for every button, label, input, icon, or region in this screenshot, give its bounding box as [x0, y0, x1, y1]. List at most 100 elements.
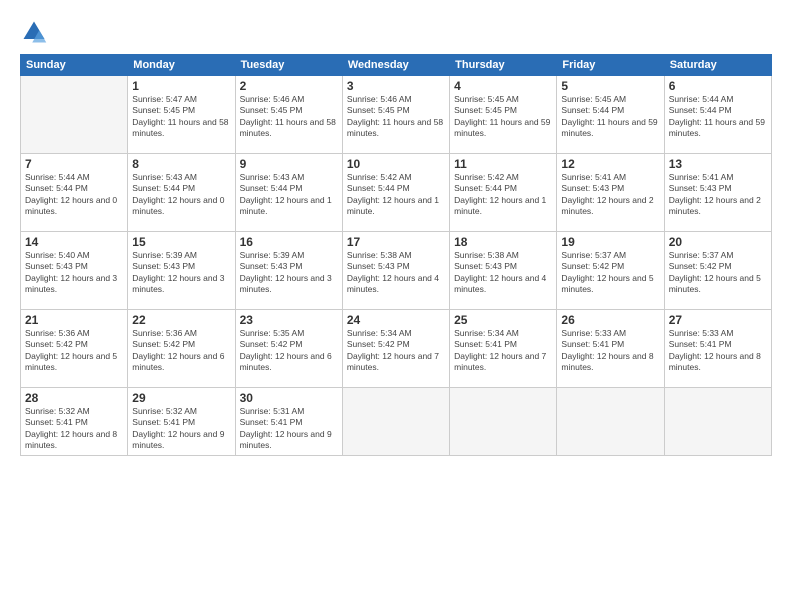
calendar-day-cell: 30Sunrise: 5:31 AM Sunset: 5:41 PM Dayli… [235, 388, 342, 456]
day-info: Sunrise: 5:34 AM Sunset: 5:41 PM Dayligh… [454, 328, 552, 374]
calendar-day-cell: 8Sunrise: 5:43 AM Sunset: 5:44 PM Daylig… [128, 154, 235, 232]
day-info: Sunrise: 5:47 AM Sunset: 5:45 PM Dayligh… [132, 94, 230, 140]
day-info: Sunrise: 5:34 AM Sunset: 5:42 PM Dayligh… [347, 328, 445, 374]
day-number: 1 [132, 79, 230, 93]
calendar-week-row: 21Sunrise: 5:36 AM Sunset: 5:42 PM Dayli… [21, 310, 772, 388]
day-number: 13 [669, 157, 767, 171]
calendar-day-cell [557, 388, 664, 456]
day-info: Sunrise: 5:33 AM Sunset: 5:41 PM Dayligh… [669, 328, 767, 374]
calendar-day-cell: 24Sunrise: 5:34 AM Sunset: 5:42 PM Dayli… [342, 310, 449, 388]
calendar-day-cell: 1Sunrise: 5:47 AM Sunset: 5:45 PM Daylig… [128, 76, 235, 154]
day-info: Sunrise: 5:41 AM Sunset: 5:43 PM Dayligh… [561, 172, 659, 218]
calendar-week-row: 7Sunrise: 5:44 AM Sunset: 5:44 PM Daylig… [21, 154, 772, 232]
day-info: Sunrise: 5:31 AM Sunset: 5:41 PM Dayligh… [240, 406, 338, 452]
calendar-day-cell: 5Sunrise: 5:45 AM Sunset: 5:44 PM Daylig… [557, 76, 664, 154]
day-number: 14 [25, 235, 123, 249]
weekday-header: Sunday [21, 55, 128, 76]
calendar-day-cell: 10Sunrise: 5:42 AM Sunset: 5:44 PM Dayli… [342, 154, 449, 232]
calendar-day-cell: 27Sunrise: 5:33 AM Sunset: 5:41 PM Dayli… [664, 310, 771, 388]
day-info: Sunrise: 5:46 AM Sunset: 5:45 PM Dayligh… [347, 94, 445, 140]
day-info: Sunrise: 5:36 AM Sunset: 5:42 PM Dayligh… [132, 328, 230, 374]
day-number: 22 [132, 313, 230, 327]
day-info: Sunrise: 5:32 AM Sunset: 5:41 PM Dayligh… [25, 406, 123, 452]
day-info: Sunrise: 5:38 AM Sunset: 5:43 PM Dayligh… [347, 250, 445, 296]
day-number: 2 [240, 79, 338, 93]
day-info: Sunrise: 5:45 AM Sunset: 5:44 PM Dayligh… [561, 94, 659, 140]
calendar-day-cell: 18Sunrise: 5:38 AM Sunset: 5:43 PM Dayli… [450, 232, 557, 310]
calendar-day-cell: 22Sunrise: 5:36 AM Sunset: 5:42 PM Dayli… [128, 310, 235, 388]
day-number: 4 [454, 79, 552, 93]
day-number: 10 [347, 157, 445, 171]
day-info: Sunrise: 5:38 AM Sunset: 5:43 PM Dayligh… [454, 250, 552, 296]
calendar-day-cell: 28Sunrise: 5:32 AM Sunset: 5:41 PM Dayli… [21, 388, 128, 456]
calendar-day-cell: 17Sunrise: 5:38 AM Sunset: 5:43 PM Dayli… [342, 232, 449, 310]
day-info: Sunrise: 5:39 AM Sunset: 5:43 PM Dayligh… [132, 250, 230, 296]
weekday-header: Thursday [450, 55, 557, 76]
calendar-day-cell: 15Sunrise: 5:39 AM Sunset: 5:43 PM Dayli… [128, 232, 235, 310]
day-number: 8 [132, 157, 230, 171]
calendar-body: 1Sunrise: 5:47 AM Sunset: 5:45 PM Daylig… [21, 76, 772, 456]
weekday-header: Tuesday [235, 55, 342, 76]
day-info: Sunrise: 5:42 AM Sunset: 5:44 PM Dayligh… [454, 172, 552, 218]
day-info: Sunrise: 5:45 AM Sunset: 5:45 PM Dayligh… [454, 94, 552, 140]
day-number: 15 [132, 235, 230, 249]
calendar-day-cell: 2Sunrise: 5:46 AM Sunset: 5:45 PM Daylig… [235, 76, 342, 154]
calendar-day-cell: 16Sunrise: 5:39 AM Sunset: 5:43 PM Dayli… [235, 232, 342, 310]
calendar-week-row: 14Sunrise: 5:40 AM Sunset: 5:43 PM Dayli… [21, 232, 772, 310]
calendar-day-cell: 19Sunrise: 5:37 AM Sunset: 5:42 PM Dayli… [557, 232, 664, 310]
calendar-day-cell: 6Sunrise: 5:44 AM Sunset: 5:44 PM Daylig… [664, 76, 771, 154]
day-info: Sunrise: 5:37 AM Sunset: 5:42 PM Dayligh… [669, 250, 767, 296]
day-number: 9 [240, 157, 338, 171]
day-number: 18 [454, 235, 552, 249]
day-info: Sunrise: 5:44 AM Sunset: 5:44 PM Dayligh… [25, 172, 123, 218]
logo [20, 18, 52, 46]
calendar-day-cell: 14Sunrise: 5:40 AM Sunset: 5:43 PM Dayli… [21, 232, 128, 310]
day-number: 27 [669, 313, 767, 327]
day-number: 23 [240, 313, 338, 327]
weekday-header: Wednesday [342, 55, 449, 76]
weekday-header: Monday [128, 55, 235, 76]
calendar-day-cell [21, 76, 128, 154]
day-info: Sunrise: 5:32 AM Sunset: 5:41 PM Dayligh… [132, 406, 230, 452]
day-info: Sunrise: 5:42 AM Sunset: 5:44 PM Dayligh… [347, 172, 445, 218]
calendar-day-cell [342, 388, 449, 456]
calendar-day-cell: 11Sunrise: 5:42 AM Sunset: 5:44 PM Dayli… [450, 154, 557, 232]
day-info: Sunrise: 5:40 AM Sunset: 5:43 PM Dayligh… [25, 250, 123, 296]
day-number: 6 [669, 79, 767, 93]
day-number: 16 [240, 235, 338, 249]
day-number: 20 [669, 235, 767, 249]
calendar-day-cell: 23Sunrise: 5:35 AM Sunset: 5:42 PM Dayli… [235, 310, 342, 388]
calendar-week-row: 1Sunrise: 5:47 AM Sunset: 5:45 PM Daylig… [21, 76, 772, 154]
day-number: 12 [561, 157, 659, 171]
calendar-day-cell: 4Sunrise: 5:45 AM Sunset: 5:45 PM Daylig… [450, 76, 557, 154]
day-number: 5 [561, 79, 659, 93]
day-number: 21 [25, 313, 123, 327]
day-info: Sunrise: 5:33 AM Sunset: 5:41 PM Dayligh… [561, 328, 659, 374]
day-number: 7 [25, 157, 123, 171]
day-number: 11 [454, 157, 552, 171]
logo-icon [20, 18, 48, 46]
calendar-day-cell: 26Sunrise: 5:33 AM Sunset: 5:41 PM Dayli… [557, 310, 664, 388]
day-info: Sunrise: 5:36 AM Sunset: 5:42 PM Dayligh… [25, 328, 123, 374]
day-info: Sunrise: 5:39 AM Sunset: 5:43 PM Dayligh… [240, 250, 338, 296]
calendar-day-cell: 3Sunrise: 5:46 AM Sunset: 5:45 PM Daylig… [342, 76, 449, 154]
day-number: 28 [25, 391, 123, 405]
day-info: Sunrise: 5:43 AM Sunset: 5:44 PM Dayligh… [132, 172, 230, 218]
day-number: 29 [132, 391, 230, 405]
calendar-day-cell: 9Sunrise: 5:43 AM Sunset: 5:44 PM Daylig… [235, 154, 342, 232]
day-number: 24 [347, 313, 445, 327]
page: SundayMondayTuesdayWednesdayThursdayFrid… [0, 0, 792, 612]
calendar-day-cell: 13Sunrise: 5:41 AM Sunset: 5:43 PM Dayli… [664, 154, 771, 232]
day-number: 25 [454, 313, 552, 327]
day-number: 3 [347, 79, 445, 93]
day-number: 30 [240, 391, 338, 405]
weekday-header: Saturday [664, 55, 771, 76]
calendar-day-cell [450, 388, 557, 456]
header [20, 18, 772, 46]
day-info: Sunrise: 5:44 AM Sunset: 5:44 PM Dayligh… [669, 94, 767, 140]
calendar-day-cell: 25Sunrise: 5:34 AM Sunset: 5:41 PM Dayli… [450, 310, 557, 388]
day-number: 19 [561, 235, 659, 249]
calendar-header: SundayMondayTuesdayWednesdayThursdayFrid… [21, 55, 772, 76]
calendar-week-row: 28Sunrise: 5:32 AM Sunset: 5:41 PM Dayli… [21, 388, 772, 456]
calendar-day-cell: 20Sunrise: 5:37 AM Sunset: 5:42 PM Dayli… [664, 232, 771, 310]
